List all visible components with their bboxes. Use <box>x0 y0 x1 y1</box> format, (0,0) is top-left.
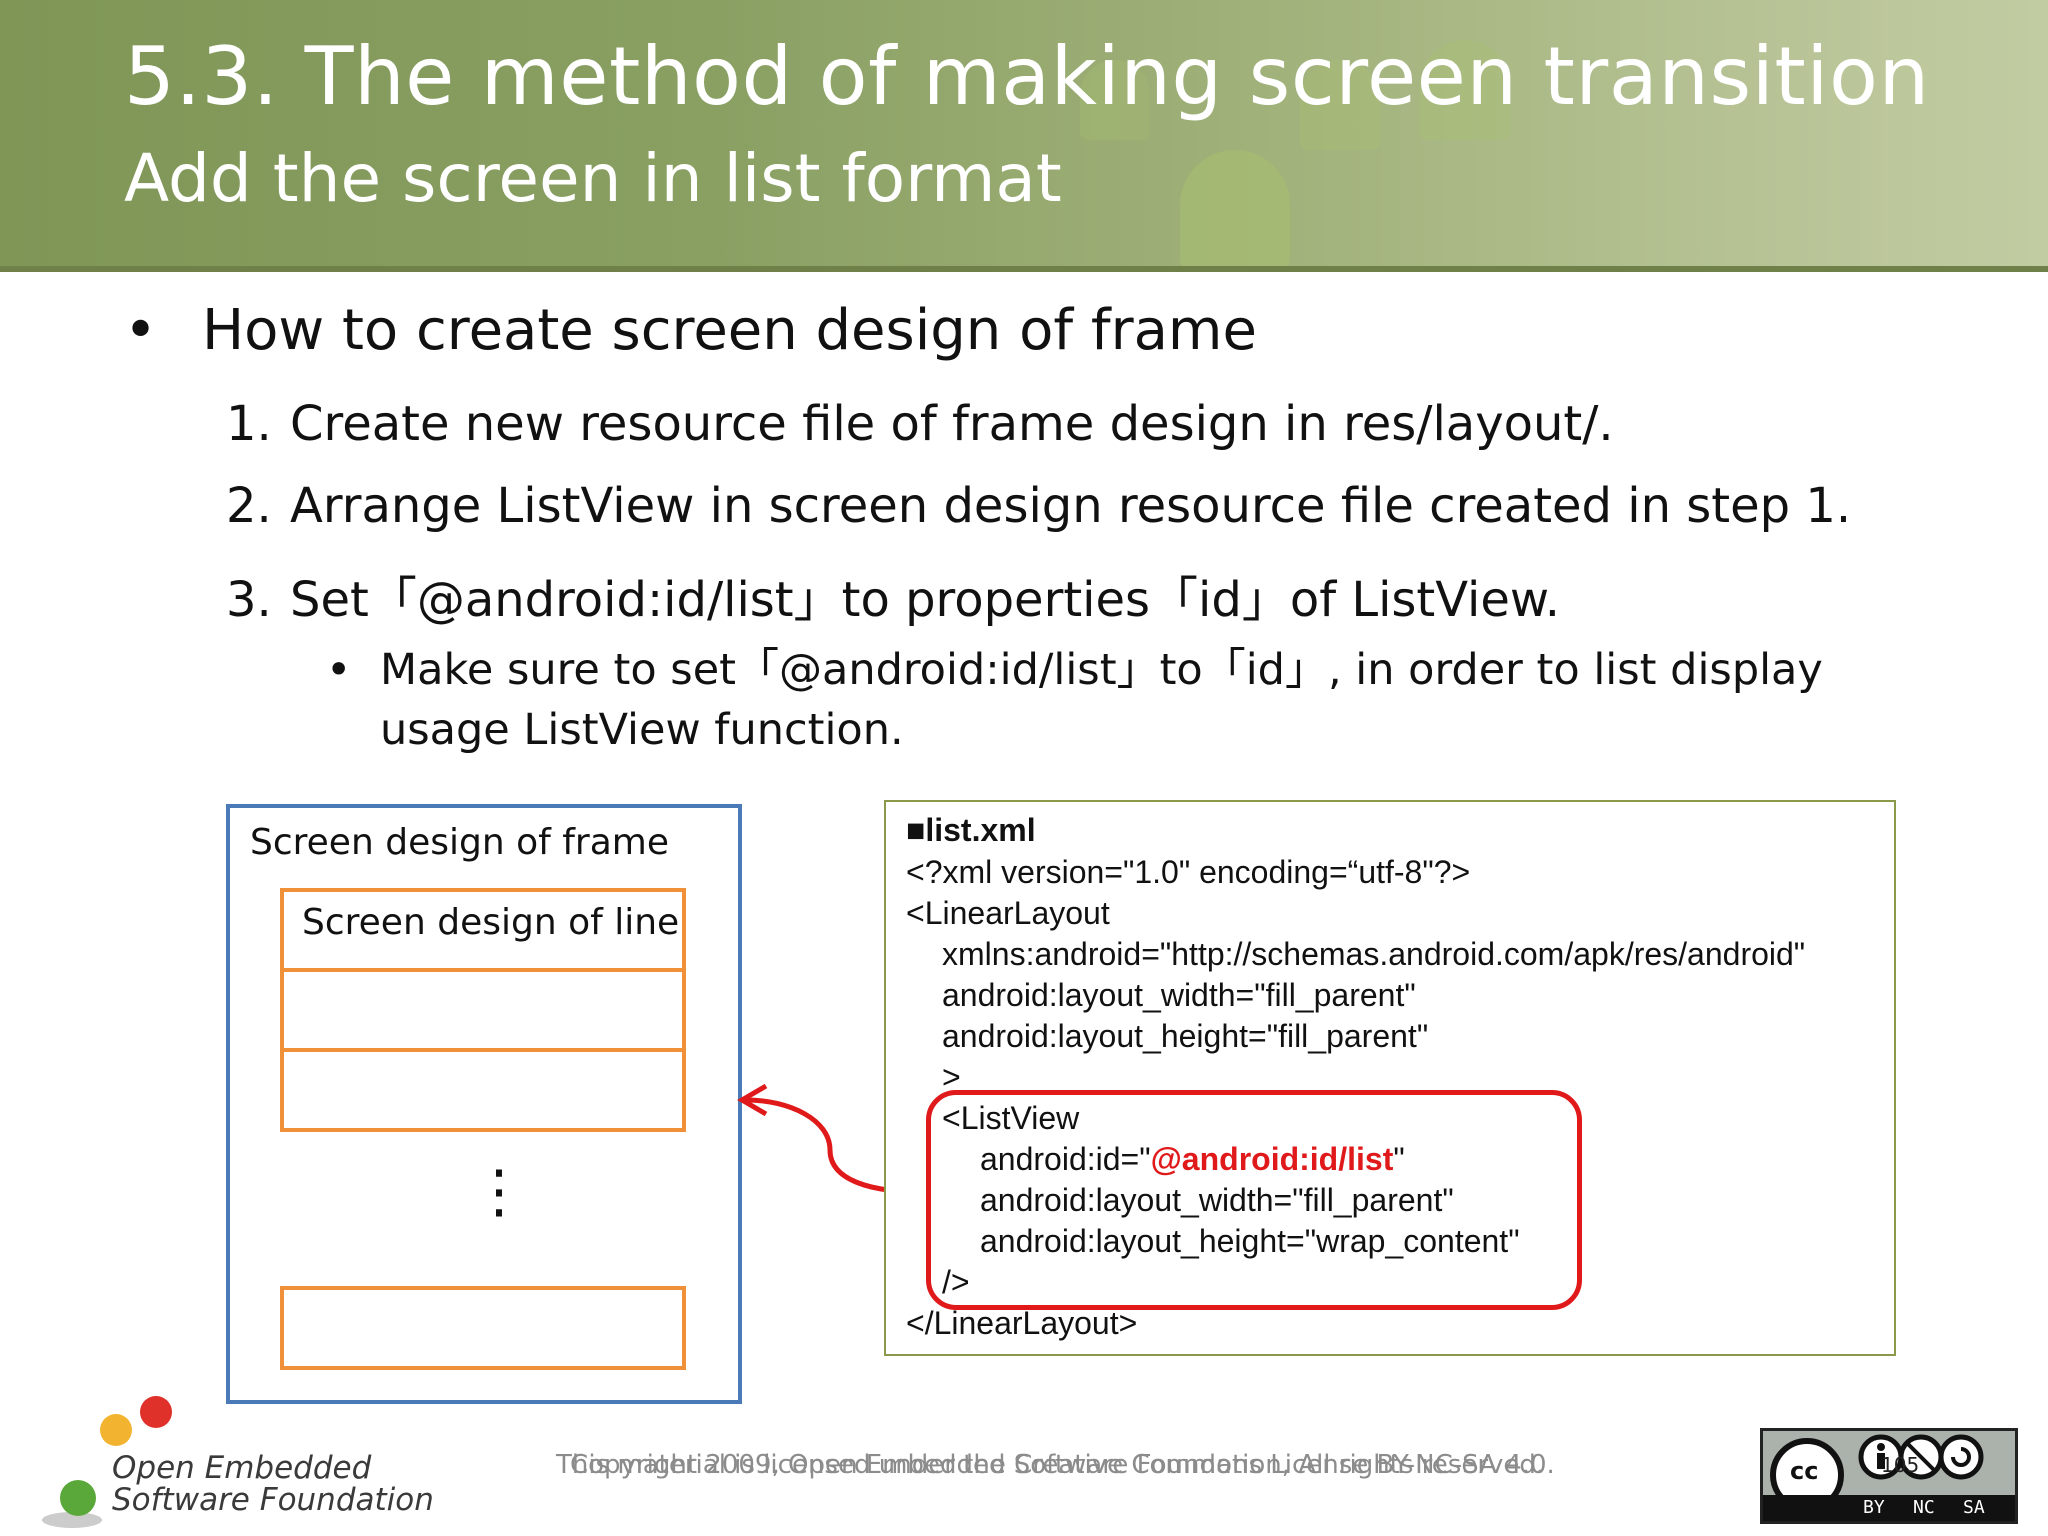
cc-badge-top: cc 105 <box>1763 1431 2015 1495</box>
ellipsis-vertical: ⋮ <box>470 1157 528 1225</box>
logo-text-line2: Software Foundation <box>112 1482 434 1518</box>
code-line: <LinearLayout <box>906 895 1110 931</box>
step-item: 3. Set「@android:id/list」to properties「id」… <box>226 560 1560 630</box>
code-line: <?xml version="1.0" encoding=“utf-8"?> <box>906 854 1471 890</box>
cc-license-badge[interactable]: cc 105 BY NC SA <box>1760 1428 2018 1524</box>
cc-nc-label: NC <box>1913 1497 1935 1518</box>
list-row <box>280 1048 686 1132</box>
main-bullet-text: How to create screen design of frame <box>202 298 1257 363</box>
listview-highlight-box <box>926 1090 1582 1310</box>
code-filename: ■list.xml <box>906 812 1036 848</box>
list-row <box>280 968 686 1052</box>
frame-design-box: Screen design of frame Screen design of … <box>226 804 742 1404</box>
code-line: </LinearLayout> <box>906 1305 1138 1341</box>
step-number: 1. <box>226 396 272 452</box>
footer-copyright: Copyright 2009, Open Embedded Software F… <box>570 1450 1545 1480</box>
header-divider <box>0 266 2048 272</box>
line-design-row: Screen design of line <box>280 888 686 972</box>
page-number: 105 <box>1881 1453 1920 1477</box>
sub-bullet-text: Make sure to set「@android:id/list」to「id」… <box>380 645 1823 755</box>
frame-design-label: Screen design of frame <box>250 822 669 863</box>
cc-by-label: BY <box>1863 1497 1885 1518</box>
bullet-dot: • <box>326 645 352 695</box>
step-number: 3. <box>226 572 272 628</box>
slide-subtitle: Add the screen in list format <box>124 140 1062 217</box>
logo-text-line1: Open Embedded <box>112 1450 372 1486</box>
step-number: 2. <box>226 478 272 534</box>
code-line: android:layout_height="fill_parent" <box>942 1018 1429 1054</box>
step-item: 1. Create new resource file of frame desi… <box>226 396 1614 452</box>
slide-header: 5.3. The method of making screen transit… <box>0 0 2048 272</box>
bullet-dot: • <box>124 298 158 363</box>
step-text: Arrange ListView in screen design resour… <box>290 478 1852 534</box>
list-row <box>280 1286 686 1370</box>
cc-badge-bottom: BY NC SA <box>1763 1495 2015 1521</box>
oesf-logo: Open Embedded Software Foundation <box>38 1392 434 1532</box>
step-text: Create new resource file of frame design… <box>290 396 1614 452</box>
slide-title: 5.3. The method of making screen transit… <box>124 30 1930 123</box>
line-design-label: Screen design of line <box>302 902 680 943</box>
step-item: 2. Arrange ListView in screen design reso… <box>226 478 1851 534</box>
android-mascot-decoration <box>1180 150 1290 270</box>
cc-label: cc <box>1790 1457 1819 1485</box>
code-line: android:layout_width="fill_parent" <box>942 977 1416 1013</box>
cc-sa-label: SA <box>1963 1497 1985 1518</box>
code-line: xmlns:android="http://schemas.android.co… <box>942 936 1806 972</box>
step-text: Set「@android:id/list」to properties「id」of… <box>290 572 1561 628</box>
